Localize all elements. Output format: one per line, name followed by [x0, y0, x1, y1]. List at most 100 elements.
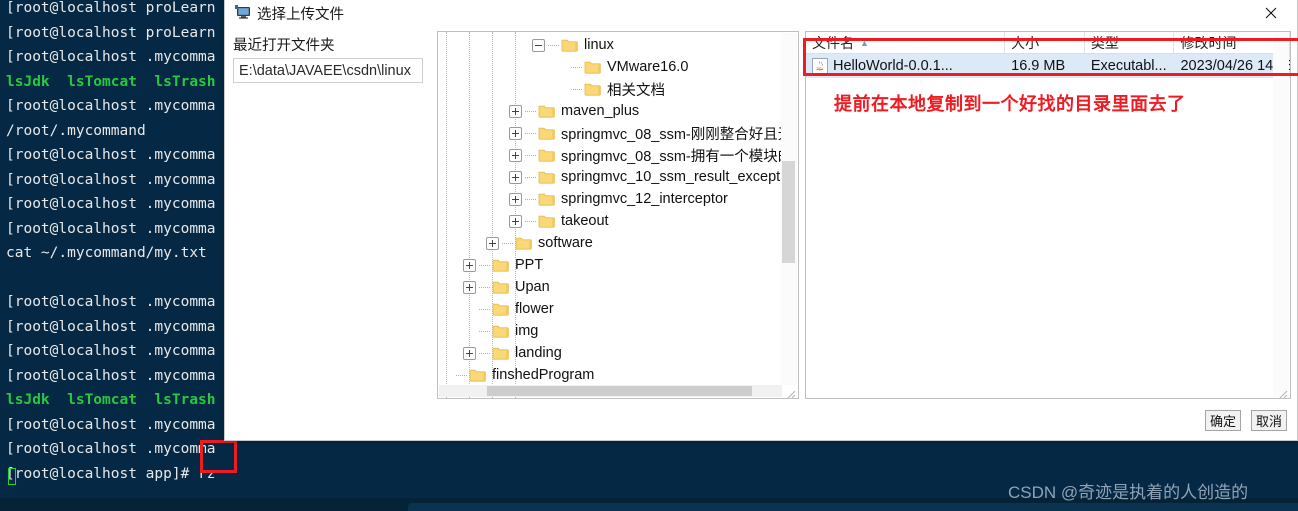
tree-node-label: VMware16.0 [607, 59, 689, 75]
tree-guide-line [525, 132, 536, 134]
upload-file-dialog: 选择上传文件 最近打开文件夹 E:\data\JAVAEE\csdn\linux… [224, 0, 1298, 441]
tree-guide-line [525, 198, 536, 200]
tree-node[interactable]: springmvc_08_ssm-拥有一个模块的增删i [438, 144, 782, 166]
tree-horizontal-scroll-thumb[interactable] [487, 386, 752, 396]
file-list-column-header[interactable]: 类型 [1085, 32, 1175, 53]
tree-node-label: maven_plus [561, 103, 640, 119]
tree-guide-line [479, 264, 490, 266]
folder-icon [538, 126, 555, 140]
computer-monitor-icon [233, 2, 253, 22]
tree-node[interactable]: takeout [438, 210, 782, 232]
folder-icon [538, 214, 555, 228]
folder-icon [469, 368, 486, 382]
tree-guide-line [571, 88, 582, 90]
tree-guide-line [525, 176, 536, 178]
tree-expand-icon[interactable] [463, 258, 476, 272]
tree-expand-icon[interactable] [509, 104, 522, 118]
tree-node-label: springmvc_12_interceptor [561, 191, 728, 207]
tree-node-label: 相关文档 [607, 82, 665, 99]
tree-node[interactable]: springmvc_12_interceptor [438, 188, 782, 210]
tree-node-label: linux [584, 37, 614, 53]
file-list-panel[interactable]: 文件名 ▲ 大小 类型 修改时间 HelloWorld-0.0.1... 16.9 MB E… [805, 31, 1291, 399]
file-type-cell: Executabl... [1090, 58, 1167, 74]
file-list-resize-grip[interactable] [1278, 386, 1288, 398]
file-list-header: 文件名 ▲ 大小 类型 修改时间 [806, 32, 1290, 54]
java-jar-icon [812, 58, 828, 74]
folder-icon [492, 324, 509, 338]
tree-node-label: software [538, 235, 593, 251]
tree-expand-icon[interactable] [486, 236, 499, 250]
recent-folder-label: 最近打开文件夹 [233, 38, 335, 54]
folder-tree-panel[interactable]: linux VMware16.0 相关文档 maven_plus springmvc_0… [437, 31, 799, 399]
tree-node-label: PPT [515, 257, 544, 273]
file-list-column-header[interactable]: 文件名 ▲ [806, 32, 1006, 53]
tree-node[interactable]: springmvc_10_ssm_result_exception_pa [438, 166, 782, 188]
tree-guide-line [571, 66, 582, 68]
tree-expand-icon[interactable] [509, 148, 522, 162]
folder-icon [492, 346, 509, 360]
folder-tree-list: linux VMware16.0 相关文档 maven_plus springmvc_0… [438, 34, 782, 386]
folder-icon [538, 170, 555, 184]
tree-node-label: springmvc_08_ssm-拥有一个模块的增删i [561, 148, 782, 165]
tree-node[interactable]: VMware16.0 [438, 56, 782, 78]
tree-node-label: landing [515, 345, 562, 361]
tree-node[interactable]: software [438, 232, 782, 254]
tree-node-label: takeout [561, 213, 609, 229]
dialog-titlebar: 选择上传文件 [225, 0, 1297, 27]
file-name-label: HelloWorld-0.0.1... [833, 58, 953, 74]
tree-node[interactable]: img [438, 320, 782, 342]
tree-vertical-scrollbar[interactable] [781, 33, 797, 385]
tree-expand-icon[interactable] [509, 126, 522, 140]
tree-guide-line [479, 308, 490, 310]
close-icon[interactable] [1249, 0, 1293, 26]
tree-node-label: Upan [515, 279, 550, 295]
tree-node[interactable]: Upan [438, 276, 782, 298]
tree-guide-line [525, 154, 536, 156]
tree-node[interactable]: PPT [438, 254, 782, 276]
tree-resize-grip[interactable] [786, 386, 796, 398]
dialog-title: 选择上传文件 [257, 7, 344, 23]
folder-icon [538, 104, 555, 118]
sort-ascending-icon: ▲ [860, 38, 869, 48]
tree-node[interactable]: maven_plus [438, 100, 782, 122]
tree-node[interactable]: flower [438, 298, 782, 320]
tree-guide-line [548, 44, 559, 46]
tree-node-label: finshedProgram [492, 367, 595, 383]
ok-button[interactable]: 确定 [1205, 410, 1241, 431]
tree-expand-icon[interactable] [509, 214, 522, 228]
recent-folder-path-input[interactable]: E:\data\JAVAEE\csdn\linux [233, 58, 423, 83]
tree-expand-icon[interactable] [463, 346, 476, 360]
tree-expand-icon[interactable] [509, 192, 522, 206]
folder-icon [584, 82, 601, 96]
folder-icon [538, 148, 555, 162]
tree-expand-icon[interactable] [463, 280, 476, 294]
tree-node[interactable]: finshedProgram [438, 364, 782, 386]
tree-vertical-scroll-thumb[interactable] [782, 161, 795, 263]
csdn-watermark: CSDN @奇迹是执着的人创造的 [1008, 483, 1249, 502]
file-list-row[interactable]: HelloWorld-0.0.1... 16.9 MB Executabl... 20… [806, 54, 1290, 78]
folder-icon [492, 280, 509, 294]
tree-node[interactable]: landing [438, 342, 782, 364]
tree-horizontal-scrollbar[interactable] [439, 385, 782, 397]
file-list-vertical-scrollbar[interactable] [1273, 33, 1289, 397]
tree-node[interactable]: springmvc_08_ssm-刚刚整合好且无任何: [438, 122, 782, 144]
folder-icon [492, 258, 509, 272]
file-list-column-header[interactable]: 大小 [1005, 32, 1085, 53]
dialog-button-row: 确定 取消 [1205, 410, 1287, 431]
tree-expand-icon[interactable] [509, 170, 522, 184]
column-header-label: 修改时间 [1180, 35, 1237, 51]
folder-icon [561, 38, 578, 52]
tree-node[interactable]: linux [438, 34, 782, 56]
tree-guide-line [525, 220, 536, 222]
red-annotation-text: 提前在本地复制到一个好找的目录里面去了 [834, 94, 1186, 114]
tree-collapse-icon[interactable] [532, 38, 545, 52]
column-header-label: 大小 [1011, 35, 1040, 51]
terminal-cursor [8, 468, 16, 485]
tree-node[interactable]: 相关文档 [438, 78, 782, 100]
cancel-button[interactable]: 取消 [1251, 410, 1287, 431]
tree-node-label: springmvc_10_ssm_result_exception_pa [561, 169, 782, 185]
tree-guide-line [456, 374, 467, 376]
